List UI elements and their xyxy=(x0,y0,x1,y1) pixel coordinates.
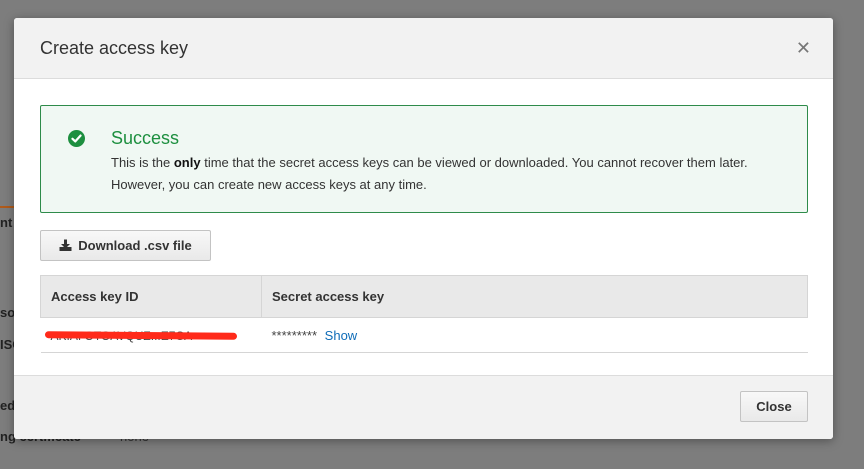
background-text: so xyxy=(0,305,16,320)
background-text: nt xyxy=(0,215,13,230)
table-row: AKIAI OTOAVQUZ...E7CA ********* Show xyxy=(40,317,808,353)
check-circle-icon xyxy=(68,130,85,147)
success-emphasis: only xyxy=(173,155,201,170)
secret-access-key-cell: ********* Show xyxy=(261,317,808,353)
modal-footer: Close xyxy=(14,375,833,439)
close-button[interactable]: Close xyxy=(740,391,808,422)
access-key-id-value: AKIAI OTOAVQUZ...E7CA xyxy=(44,329,237,343)
success-message: This is the only time that the secret ac… xyxy=(111,155,748,192)
redaction-mark xyxy=(44,330,237,340)
download-csv-button[interactable]: Download .csv file xyxy=(40,230,211,261)
modal-body: Success This is the only time that the s… xyxy=(14,79,833,376)
column-header-secret-access-key: Secret access key xyxy=(261,275,808,318)
create-access-key-modal: Create access key ✕ Success This is the … xyxy=(14,18,833,439)
download-csv-label: Download .csv file xyxy=(78,238,192,253)
download-icon xyxy=(59,239,72,251)
modal-header: Create access key ✕ xyxy=(14,18,833,79)
show-secret-link[interactable]: Show xyxy=(325,328,358,343)
success-title: Success xyxy=(111,128,180,148)
access-key-id-cell: AKIAI OTOAVQUZ...E7CA xyxy=(40,317,262,353)
table-header-row: Access key ID Secret access key xyxy=(40,275,808,318)
success-alert: Success This is the only time that the s… xyxy=(40,105,808,213)
background-divider xyxy=(0,206,14,208)
close-icon[interactable]: ✕ xyxy=(796,39,811,57)
access-keys-table: Access key ID Secret access key AKIAI OT… xyxy=(40,275,808,353)
secret-mask: ********* xyxy=(271,327,318,343)
column-header-access-key-id: Access key ID xyxy=(40,275,262,318)
modal-title: Create access key xyxy=(40,38,189,58)
background-text: ed xyxy=(0,398,16,413)
